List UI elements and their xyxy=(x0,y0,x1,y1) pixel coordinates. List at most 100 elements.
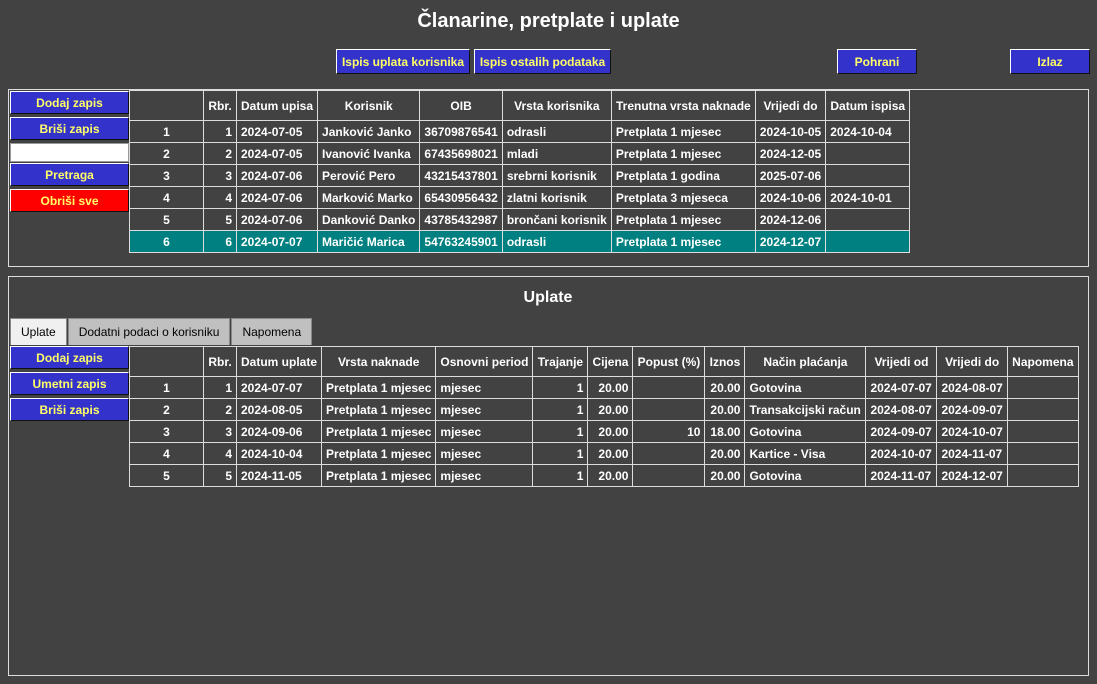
column-header[interactable]: Vrsta naknade xyxy=(321,346,437,377)
table-cell[interactable]: 20.00 xyxy=(587,464,634,487)
tab-payments[interactable]: Uplate xyxy=(10,318,67,345)
column-header[interactable]: Vrijedi do xyxy=(754,90,827,121)
table-cell[interactable]: Pretplata 1 mjesec xyxy=(321,376,437,399)
column-header[interactable]: Trajanje xyxy=(532,346,589,377)
table-cell[interactable]: 3 xyxy=(203,420,237,443)
table-cell[interactable]: Pretplata 1 mjesec xyxy=(321,420,437,443)
table-cell[interactable] xyxy=(632,376,706,399)
table-cell[interactable] xyxy=(632,464,706,487)
table-cell[interactable]: Pretplata 1 godina xyxy=(610,164,756,187)
insert-payment-button[interactable]: Umetni zapis xyxy=(10,372,129,395)
table-cell[interactable]: 2024-10-05 xyxy=(754,120,827,143)
table-cell[interactable]: 2024-08-07 xyxy=(865,398,938,421)
table-cell[interactable] xyxy=(825,230,911,253)
table-cell[interactable]: 20.00 xyxy=(587,442,634,465)
table-cell[interactable] xyxy=(825,208,911,231)
column-header[interactable] xyxy=(129,90,204,121)
table-cell[interactable]: 43215437801 xyxy=(419,164,503,187)
table-cell[interactable]: 2 xyxy=(203,142,237,165)
table-cell[interactable]: mjesec xyxy=(435,376,534,399)
table-cell[interactable]: Gotovina xyxy=(744,464,867,487)
table-cell[interactable] xyxy=(825,164,911,187)
table-cell[interactable]: 20.00 xyxy=(587,376,634,399)
table-cell[interactable]: 20.00 xyxy=(704,376,746,399)
column-header[interactable]: Popust (%) xyxy=(632,346,706,377)
table-cell[interactable]: 1 xyxy=(532,376,589,399)
table-cell[interactable]: 2 xyxy=(203,398,237,421)
column-header[interactable]: Iznos xyxy=(704,346,746,377)
table-cell[interactable]: 2024-07-05 xyxy=(235,120,319,143)
table-cell[interactable]: 5 xyxy=(129,464,204,487)
print-other-data-button[interactable]: Ispis ostalih podataka xyxy=(474,49,611,74)
table-cell[interactable]: 20.00 xyxy=(704,398,746,421)
table-cell[interactable]: 2024-08-05 xyxy=(235,398,323,421)
column-header[interactable]: OIB xyxy=(419,90,503,121)
search-input[interactable] xyxy=(10,143,129,162)
clear-all-button[interactable]: Obriši sve xyxy=(10,189,129,212)
table-cell[interactable]: 4 xyxy=(129,442,204,465)
table-row[interactable]: 3 3 2024-09-06 Pretplata 1 mjesec mjesec 1 20.… xyxy=(129,420,1079,443)
tab-additional-user-data[interactable]: Dodatni podaci o korisniku xyxy=(67,318,231,345)
table-cell[interactable]: 1 xyxy=(532,398,589,421)
table-cell[interactable]: 2024-07-06 xyxy=(235,186,319,209)
table-cell[interactable]: Gotovina xyxy=(744,420,867,443)
column-header[interactable]: Rbr. xyxy=(203,90,237,121)
table-cell[interactable]: 2024-10-04 xyxy=(825,120,911,143)
table-cell[interactable]: 3 xyxy=(203,164,237,187)
table-cell[interactable]: mjesec xyxy=(435,442,534,465)
table-cell[interactable]: 3 xyxy=(129,420,204,443)
add-record-button[interactable]: Dodaj zapis xyxy=(10,91,129,114)
table-cell[interactable]: 1 xyxy=(532,420,589,443)
table-row[interactable]: 5 5 2024-07-06 Danković Danko 43785432987 bro… xyxy=(129,208,911,231)
table-cell[interactable]: 4 xyxy=(203,442,237,465)
print-payments-button[interactable]: Ispis uplata korisnika xyxy=(336,49,470,74)
exit-button[interactable]: Izlaz xyxy=(1010,49,1090,74)
table-cell[interactable] xyxy=(1006,398,1079,421)
column-header[interactable]: Napomena xyxy=(1006,346,1079,377)
column-header[interactable]: Trenutna vrsta naknade xyxy=(610,90,756,121)
table-cell[interactable]: Pretplata 1 mjesec xyxy=(321,442,437,465)
table-cell[interactable]: 2024-11-05 xyxy=(235,464,323,487)
column-header[interactable] xyxy=(129,346,204,377)
table-cell[interactable]: 20.00 xyxy=(587,398,634,421)
table-cell[interactable]: 54763245901 xyxy=(419,230,503,253)
table-cell[interactable]: 43785432987 xyxy=(419,208,503,231)
column-header[interactable]: Vrijedi od xyxy=(865,346,938,377)
table-cell[interactable]: mjesec xyxy=(435,464,534,487)
column-header[interactable]: Vrijedi do xyxy=(936,346,1008,377)
table-cell[interactable]: 2024-10-07 xyxy=(936,420,1008,443)
table-cell[interactable]: 5 xyxy=(203,464,237,487)
table-cell[interactable]: 1 xyxy=(129,120,204,143)
table-cell[interactable]: 2 xyxy=(129,398,204,421)
table-cell[interactable]: 65430956432 xyxy=(419,186,503,209)
column-header[interactable]: Korisnik xyxy=(317,90,421,121)
table-cell[interactable]: 6 xyxy=(203,230,237,253)
table-cell[interactable] xyxy=(1006,420,1079,443)
column-header[interactable]: Osnovni period xyxy=(435,346,534,377)
table-cell[interactable]: 67435698021 xyxy=(419,142,503,165)
table-cell[interactable]: Danković Danko xyxy=(317,208,421,231)
table-cell[interactable]: Pretplata 1 mjesec xyxy=(610,208,756,231)
table-cell[interactable]: 2024-12-07 xyxy=(936,464,1008,487)
table-cell[interactable]: 2024-11-07 xyxy=(936,442,1008,465)
column-header[interactable]: Datum uplate xyxy=(235,346,323,377)
table-cell[interactable]: Pretplata 3 mjeseca xyxy=(610,186,756,209)
table-cell[interactable]: Pretplata 1 mjesec xyxy=(610,120,756,143)
table-cell[interactable]: 2024-10-04 xyxy=(235,442,323,465)
column-header[interactable]: Način plaćanja xyxy=(744,346,867,377)
table-cell[interactable]: 2024-07-06 xyxy=(235,208,319,231)
table-cell[interactable]: 4 xyxy=(203,186,237,209)
table-cell[interactable] xyxy=(1006,464,1079,487)
table-cell[interactable]: Kartice - Visa xyxy=(744,442,867,465)
table-cell[interactable]: 10 xyxy=(632,420,706,443)
table-cell[interactable]: 2024-11-07 xyxy=(865,464,938,487)
table-cell[interactable]: Transakcijski račun xyxy=(744,398,867,421)
table-cell[interactable]: Marković Marko xyxy=(317,186,421,209)
table-cell[interactable]: 3 xyxy=(129,164,204,187)
table-cell[interactable]: 20.00 xyxy=(704,442,746,465)
table-cell[interactable]: mladi xyxy=(501,142,612,165)
table-row[interactable]: 2 2 2024-07-05 Ivanović Ivanka 67435698021 ml… xyxy=(129,142,911,165)
table-cell[interactable]: odrasli xyxy=(501,230,612,253)
table-cell[interactable]: 2024-07-07 xyxy=(235,230,319,253)
table-cell[interactable]: 2025-07-06 xyxy=(754,164,827,187)
